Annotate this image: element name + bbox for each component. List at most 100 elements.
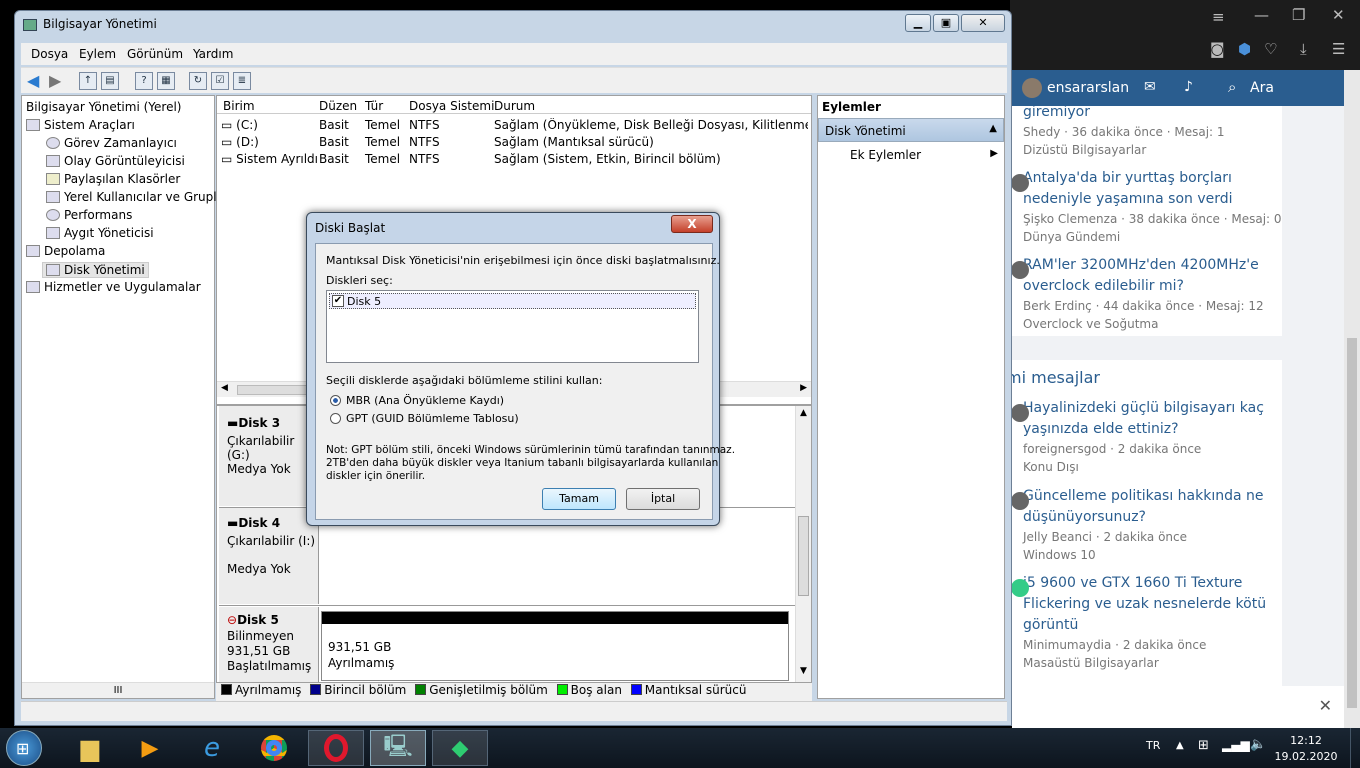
list-item[interactable]: Antalya'da bir yurttaş borçları nedeniyl… [1011, 168, 1283, 246]
mbr-radio[interactable] [330, 395, 341, 406]
tree-item-services[interactable]: Hizmetler ve Uygulamalar [26, 280, 201, 294]
thread-title[interactable]: i5 9600 ve GTX 1660 Ti Texture [1023, 573, 1283, 594]
tree-item-storage[interactable]: Depolama [26, 244, 105, 258]
disk-checkbox[interactable]: ✔ [332, 295, 344, 307]
tree-item-disk-management[interactable]: Disk Yönetimi [42, 262, 149, 278]
thread-title[interactable]: Güncelleme politikası hakkında ne [1023, 486, 1283, 507]
back-icon[interactable]: ◀ [27, 71, 39, 90]
tree-root[interactable]: Bilgisayar Yönetimi (Yerel) [26, 100, 181, 114]
close-icon[interactable]: ✕ [1332, 6, 1345, 24]
taskbar-chrome[interactable] [246, 730, 302, 766]
mail-icon[interactable]: ✉ [1144, 79, 1156, 95]
avatar[interactable] [1022, 78, 1042, 98]
language-indicator[interactable]: TR [1146, 739, 1160, 752]
search-icon[interactable]: ⌕ [1228, 78, 1236, 96]
list-item[interactable]: ✔ Disk 5 [329, 293, 696, 309]
menu-dosya[interactable]: Dosya [31, 47, 68, 61]
vertical-scrollbar[interactable]: ▲ ▼ [795, 406, 811, 682]
table-row[interactable]: ▭ Sistem Ayrıldı [221, 152, 318, 166]
taskbar-computer-management[interactable]: 🖳 [370, 730, 426, 766]
bell-icon[interactable]: ♪ [1184, 79, 1193, 95]
unallocated-partition[interactable]: 931,51 GB Ayrılmamış [321, 611, 789, 681]
column-header[interactable]: Düzen [319, 99, 357, 113]
network-icon[interactable]: ▂▄▆ [1222, 738, 1250, 752]
disk-3-info[interactable]: ▬Disk 3 Çıkarılabilir (G:) Medya Yok [219, 406, 319, 506]
table-row[interactable]: ▭ (C:) [221, 118, 258, 132]
thread-title[interactable]: Antalya'da bir yurttaş borçları [1023, 168, 1283, 189]
show-desktop-button[interactable] [1350, 728, 1360, 768]
scroll-left-icon[interactable]: ◀ [221, 383, 228, 393]
thread-title-line2[interactable]: yaşınızda elde ettiniz? [1023, 419, 1283, 440]
properties-icon[interactable]: ☑ [211, 72, 229, 90]
camera-icon[interactable]: ◙ [1210, 40, 1225, 58]
taskbar-opera[interactable] [308, 730, 364, 766]
thread-title-line2[interactable]: Flickering ve uzak nesnelerde kötü [1023, 594, 1283, 615]
list-item[interactable]: Hayalinizdeki güçlü bilgisayarı kaç yaşı… [1011, 398, 1283, 476]
list-item[interactable]: RAM'ler 3200MHz'den 4200MHz'e overclock … [1011, 255, 1283, 333]
thread-title[interactable]: Hayalinizdeki güçlü bilgisayarı kaç [1023, 398, 1283, 419]
ok-button[interactable]: Tamam [542, 488, 616, 510]
tree-scrollbar[interactable]: III [22, 682, 214, 698]
list-item[interactable]: giremiyor Shedy · 36 dakika önce · Mesaj… [1023, 104, 1283, 159]
tree-item-local-users[interactable]: Yerel Kullanıcılar ve Gruplar [46, 190, 229, 204]
shield-icon[interactable]: ⬢ [1238, 40, 1251, 58]
browser-scrollbar[interactable] [1344, 70, 1360, 728]
list-item[interactable]: i5 9600 ve GTX 1660 Ti Texture Flickerin… [1011, 573, 1283, 672]
taskbar-media-player[interactable]: ▶ [122, 730, 178, 766]
restore-icon[interactable]: ❐ [1292, 6, 1305, 24]
taskbar-app[interactable]: ◆ [432, 730, 488, 766]
tree-item-shared-folders[interactable]: Paylaşılan Klasörler [46, 172, 180, 186]
clock-time[interactable]: 12:12 [1278, 734, 1334, 747]
gpt-radio[interactable] [330, 413, 341, 424]
tree-item-system-tools[interactable]: Sistem Araçları [26, 118, 135, 132]
clock-date[interactable]: 19.02.2020 [1272, 750, 1340, 763]
download-icon[interactable]: ⤓ [1300, 40, 1307, 58]
thread-category[interactable]: Masaüstü Bilgisayarlar [1023, 654, 1283, 672]
column-header[interactable]: Durum [494, 99, 535, 113]
forward-icon[interactable]: ▶ [49, 71, 61, 90]
maximize-button[interactable]: ▣ [933, 14, 959, 32]
heart-icon[interactable]: ♡ [1264, 40, 1277, 58]
action-center-icon[interactable]: ⊞ [1198, 738, 1209, 753]
thread-title[interactable]: RAM'ler 3200MHz'den 4200MHz'e [1023, 255, 1283, 276]
column-header[interactable]: Dosya Sistemi [409, 99, 494, 113]
scrollbar-thumb[interactable] [1347, 338, 1357, 708]
thread-category[interactable]: Windows 10 [1023, 546, 1283, 564]
cancel-button[interactable]: İptal [626, 488, 700, 510]
list-item[interactable]: Güncelleme politikası hakkında ne düşünü… [1011, 486, 1283, 564]
minimize-button[interactable]: ▁ [905, 14, 931, 32]
thread-category[interactable]: Overclock ve Soğutma [1023, 315, 1283, 333]
column-header[interactable]: Birim [223, 99, 255, 113]
thread-title-line2[interactable]: nedeniyle yaşamına son verdi [1023, 189, 1283, 210]
scrollbar-thumb[interactable] [798, 516, 809, 596]
minimize-icon[interactable]: — [1254, 6, 1269, 24]
thread-category[interactable]: Dünya Gündemi [1023, 228, 1283, 246]
tray-expand-icon[interactable]: ▲ [1176, 740, 1184, 751]
action-more[interactable]: Ek Eylemler [850, 148, 921, 162]
table-row[interactable]: ▭ (D:) [221, 135, 259, 149]
close-button[interactable]: ✕ [961, 14, 1005, 32]
thread-category[interactable]: Dizüstü Bilgisayarlar [1023, 141, 1283, 159]
collapse-icon[interactable]: ▲ [989, 123, 997, 134]
disk-5-info[interactable]: ⊖Disk 5 Bilinmeyen 931,51 GB Başlatılmam… [219, 607, 319, 682]
username[interactable]: ensararslan [1047, 80, 1129, 96]
tree-item-event-viewer[interactable]: Olay Görüntüleyicisi [46, 154, 185, 168]
view-icon[interactable]: ▦ [157, 72, 175, 90]
thread-title[interactable]: giremiyor [1023, 102, 1283, 123]
actions-section[interactable]: Disk Yönetimi ▲ [818, 118, 1004, 142]
scroll-right-icon[interactable]: ▶ [800, 383, 807, 393]
refresh-icon[interactable]: ↻ [189, 72, 207, 90]
start-button[interactable]: ⊞ [6, 730, 42, 766]
tree-item-performance[interactable]: Performans [46, 208, 132, 222]
console-tree-icon[interactable]: ▤ [101, 72, 119, 90]
dialog-close-button[interactable]: X [671, 215, 713, 233]
taskbar-explorer[interactable]: ▆ [62, 730, 118, 766]
search-label[interactable]: Ara [1250, 80, 1274, 96]
taskbar-ie[interactable]: e [184, 730, 240, 766]
volume-icon[interactable]: 🔈 [1250, 737, 1266, 752]
scroll-up-icon[interactable]: ▲ [800, 408, 807, 418]
thread-title-line2[interactable]: düşünüyorsunuz? [1023, 507, 1283, 528]
help-icon[interactable]: ? [135, 72, 153, 90]
close-icon[interactable]: ✕ [1319, 696, 1332, 715]
thread-title-line2[interactable]: overclock edilebilir mi? [1023, 276, 1283, 297]
